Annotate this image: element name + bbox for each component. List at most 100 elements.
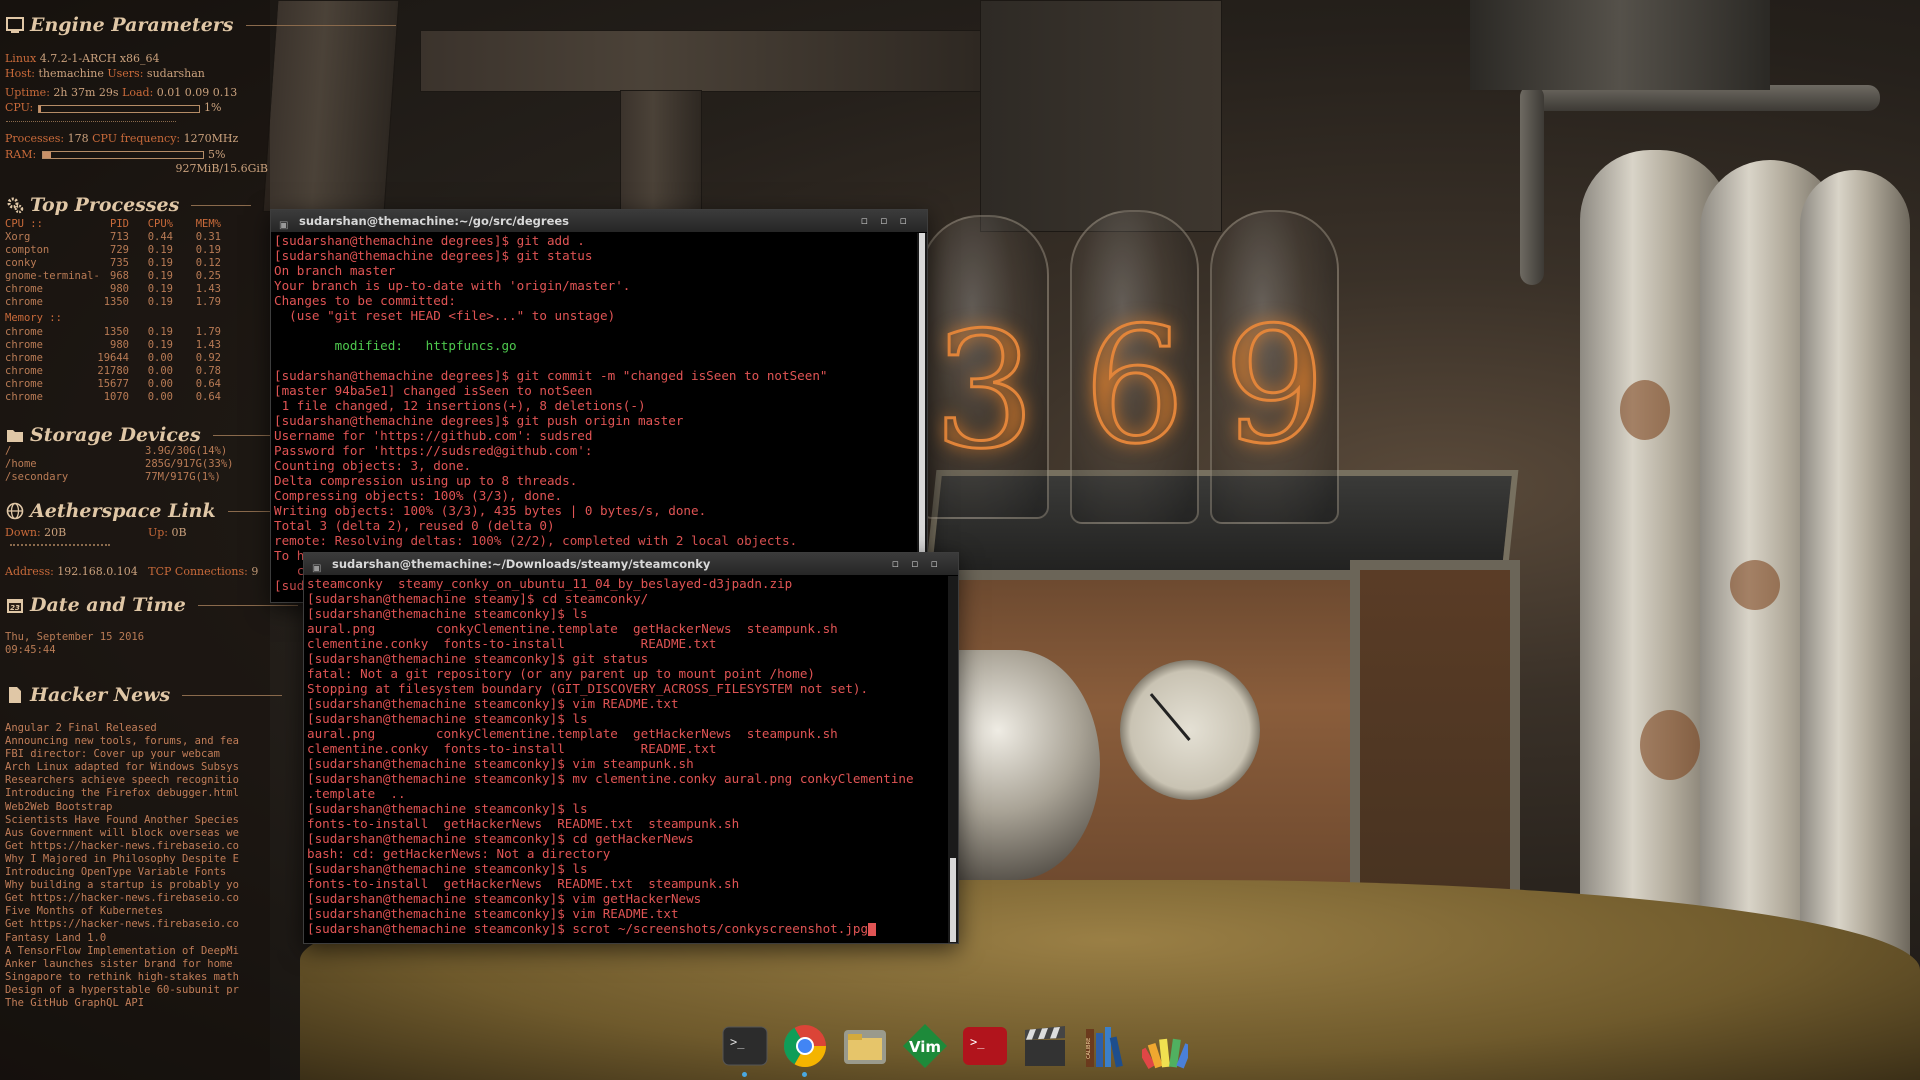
- minimize-button[interactable]: ▫: [861, 214, 880, 227]
- hacker-news-title: Hacker News: [30, 684, 171, 706]
- dock-terminal[interactable]: >_: [720, 1021, 770, 1077]
- news-item[interactable]: Five Months of Kubernetes: [5, 905, 267, 918]
- news-item[interactable]: Get https://hacker-news.firebaseio.co: [5, 892, 267, 905]
- news-item[interactable]: Design of a hyperstable 60-subunit pr: [5, 984, 267, 997]
- dock-color-picker[interactable]: [1140, 1021, 1190, 1071]
- terminal-line: [sudarshan@themachine steamconky]$ vim R…: [307, 906, 679, 921]
- memory-section-label: Memory ::: [5, 312, 62, 324]
- dock-file-manager[interactable]: [840, 1021, 890, 1071]
- news-item[interactable]: Anker launches sister brand for home: [5, 958, 267, 971]
- terminal-line: [sudarshan@themachine steamconky]$ ls: [307, 711, 588, 726]
- terminal-line: aural.png conkyClementine.template getHa…: [307, 621, 838, 636]
- down-line: Down: 20B: [5, 526, 66, 539]
- terminal-window-degrees[interactable]: ▣ sudarshan@themachine:~/go/src/degrees …: [270, 209, 928, 603]
- terminal-line: [sudarshan@themachine steamconky]$ mv cl…: [307, 771, 914, 786]
- process-cpu: 0.19: [147, 257, 173, 269]
- process-row: chrome 1070 0.00 0.64: [5, 391, 225, 404]
- uptime-value: 2h 37m 29s: [53, 86, 119, 99]
- minimize-button[interactable]: ▫: [892, 557, 911, 570]
- news-item[interactable]: Researchers achieve speech recognitio: [5, 774, 267, 787]
- memory-header-row: Memory ::: [5, 312, 225, 325]
- calibre-books-icon: CALIBRE: [1086, 1027, 1123, 1068]
- disk-usage: 285G/917G(33%): [145, 458, 234, 470]
- window-controls[interactable]: ▫▫▫: [892, 553, 950, 575]
- terminal-scrollbar[interactable]: [917, 233, 927, 602]
- terminal-line: aural.png conkyClementine.template getHa…: [307, 726, 838, 741]
- news-item[interactable]: Introducing OpenType Variable Fonts: [5, 866, 267, 879]
- terminal-line: [sudarshan@themachine steamconky]$ ls: [307, 861, 588, 876]
- news-item[interactable]: Fantasy Land 1.0: [5, 932, 267, 945]
- gears-icon: [6, 196, 24, 214]
- news-item[interactable]: Arch Linux adapted for Windows Subsys: [5, 761, 267, 774]
- news-item[interactable]: The GitHub GraphQL API: [5, 997, 267, 1010]
- process-mem: 1.79: [195, 296, 221, 308]
- dock-red-terminal[interactable]: >_: [960, 1021, 1010, 1071]
- dock-calibre[interactable]: CALIBRE: [1080, 1021, 1130, 1071]
- news-item[interactable]: Get https://hacker-news.firebaseio.co: [5, 918, 267, 931]
- news-item[interactable]: Scientists Have Found Another Species: [5, 814, 267, 827]
- process-pid: 980: [110, 339, 129, 351]
- close-button[interactable]: ▫: [931, 557, 950, 570]
- terminal-line: fatal: Not a git repository (or any pare…: [307, 666, 815, 681]
- terminal-line: [sudarshan@themachine steamconky]$ git s…: [307, 651, 649, 666]
- terminal-titlebar[interactable]: ▣ sudarshan@themachine:~/go/src/degrees …: [271, 210, 927, 232]
- scrollbar-thumb[interactable]: [919, 233, 925, 563]
- news-item[interactable]: Introducing the Firefox debugger.html: [5, 787, 267, 800]
- terminal-window-steamconky[interactable]: ▣ sudarshan@themachine:~/Downloads/steam…: [303, 552, 959, 944]
- news-item[interactable]: Why building a startup is probably yo: [5, 879, 267, 892]
- news-item[interactable]: Why I Majored in Philosophy Despite E: [5, 853, 267, 866]
- cpu-bar-fill: [39, 106, 41, 112]
- terminal-output[interactable]: steamconky steamy_conky_on_ubuntu_11_04_…: [304, 576, 948, 943]
- process-pid: 19644: [97, 352, 129, 364]
- news-item[interactable]: Get https://hacker-news.firebaseio.co: [5, 840, 267, 853]
- dock-vim[interactable]: Vim: [900, 1021, 950, 1071]
- process-pid: 1070: [103, 391, 129, 403]
- dock-video-editor[interactable]: [1020, 1021, 1070, 1071]
- news-item[interactable]: Angular 2 Final Released: [5, 722, 267, 735]
- terminal-line: [sudarshan@themachine steamconky]$ ls: [307, 606, 588, 621]
- terminal-output[interactable]: [sudarshan@themachine degrees]$ git add …: [271, 233, 917, 602]
- process-name: chrome: [5, 339, 43, 351]
- host-label: Host:: [5, 67, 35, 80]
- maximize-button[interactable]: ▫: [880, 214, 899, 227]
- kernel-line: Linux 4.7.2-1-ARCH x86_64: [5, 52, 160, 65]
- ram-usage: 927MiB/15.6GiB: [175, 162, 268, 175]
- process-pid: 21780: [97, 365, 129, 377]
- news-item[interactable]: Web2Web Bootstrap: [5, 801, 267, 814]
- news-item[interactable]: Aus Government will block overseas we: [5, 827, 267, 840]
- terminal-titlebar[interactable]: ▣ sudarshan@themachine:~/Downloads/steam…: [304, 553, 958, 575]
- close-button[interactable]: ▫: [900, 214, 919, 227]
- process-row: chrome 980 0.19 1.43: [5, 339, 225, 352]
- process-row: chrome 1350 0.19 1.79: [5, 326, 225, 339]
- ram-label: RAM:: [5, 148, 37, 161]
- chrome-icon: [784, 1025, 826, 1068]
- terminal-line: [sudarshan@themachine steamy]$ cd steamc…: [307, 591, 649, 606]
- terminal-line: Compressing objects: 100% (3/3), done.: [274, 488, 563, 503]
- process-row: conky 735 0.19 0.12: [5, 257, 225, 270]
- news-item[interactable]: FBI director: Cover up your webcam: [5, 748, 267, 761]
- terminal-line: [sudarshan@themachine steamconky]$ vim g…: [307, 891, 702, 906]
- gas-tank: [1800, 170, 1910, 1040]
- process-row: chrome 980 0.19 1.43: [5, 283, 225, 296]
- up-line: Up: 0B: [148, 526, 187, 539]
- terminal-line: fonts-to-install getHackerNews README.tx…: [307, 816, 740, 831]
- dock-chrome[interactable]: [780, 1021, 830, 1077]
- nixie-tube: 6: [1070, 210, 1199, 524]
- terminal-line: modified: httpfuncs.go: [274, 338, 517, 353]
- disk-usage: 3.9G/30G(14%): [145, 445, 228, 457]
- maximize-button[interactable]: ▫: [911, 557, 930, 570]
- wallpaper-plank: [420, 30, 982, 92]
- scrollbar-thumb[interactable]: [950, 858, 956, 942]
- process-mem: 1.43: [195, 283, 221, 295]
- disk-usage: 77M/917G(1%): [145, 471, 221, 483]
- news-item[interactable]: Announcing new tools, forums, and fea: [5, 735, 267, 748]
- news-item[interactable]: Singapore to rethink high-stakes math: [5, 971, 267, 984]
- window-controls[interactable]: ▫▫▫: [861, 210, 919, 232]
- terminal-scrollbar[interactable]: [948, 576, 958, 943]
- terminal-line: [sudarshan@themachine degrees]$ git comm…: [274, 368, 828, 383]
- network-heading: Aetherspace Link: [6, 500, 288, 522]
- news-item[interactable]: A TensorFlow Implementation of DeepMi: [5, 945, 267, 958]
- users-label: Users:: [107, 67, 144, 80]
- terminal-line: Total 3 (delta 2), reused 0 (delta 0): [274, 518, 555, 533]
